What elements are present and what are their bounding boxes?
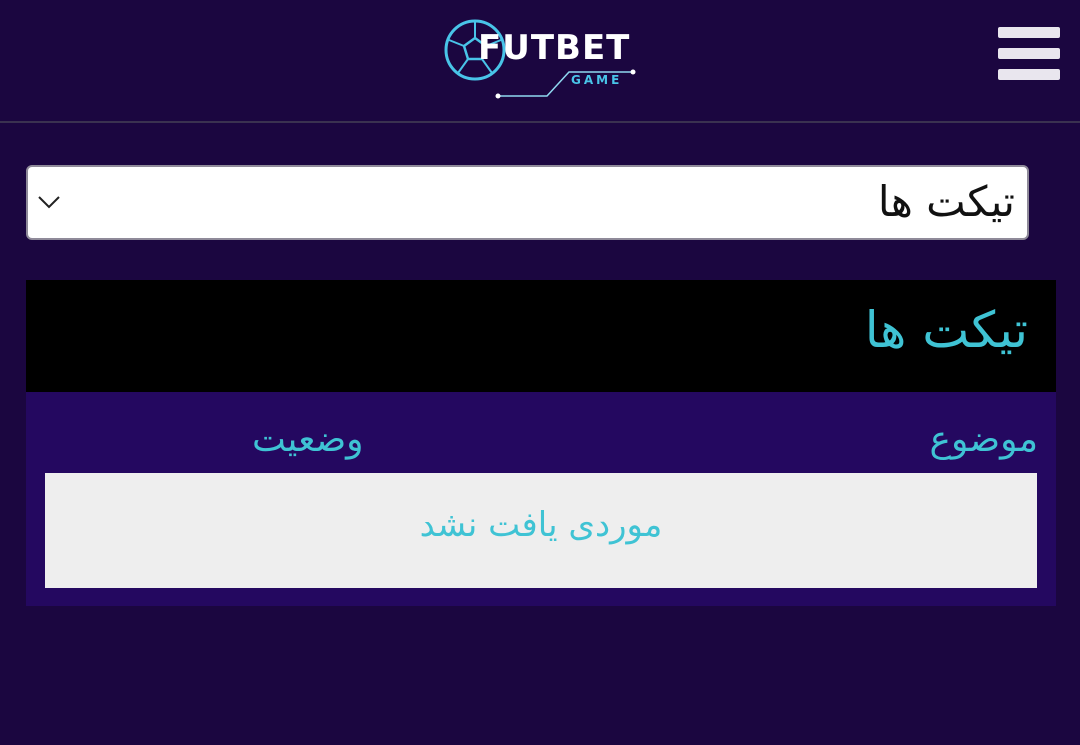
app-header: FUTBET GAME — [0, 0, 1080, 123]
hamburger-menu-icon[interactable] — [998, 27, 1060, 81]
tickets-panel-title: تیکت ها — [864, 301, 1028, 359]
table-empty-row: موردی یافت نشد — [45, 473, 1037, 588]
tickets-table: موضوع وضعیت موردی یافت نشد — [26, 392, 1056, 606]
empty-message: موردی یافت نشد — [419, 505, 663, 545]
logo-wordmark: FUTBET — [478, 28, 631, 68]
tickets-panel-header: تیکت ها — [26, 280, 1056, 392]
column-header-subject: موضوع — [929, 419, 1038, 460]
chevron-down-icon — [38, 196, 60, 209]
section-select-value: تیکت ها — [877, 177, 1015, 226]
section-select[interactable]: تیکت ها — [26, 165, 1029, 240]
logo-subtext: GAME — [571, 73, 623, 87]
column-header-status: وضعیت — [252, 419, 364, 460]
